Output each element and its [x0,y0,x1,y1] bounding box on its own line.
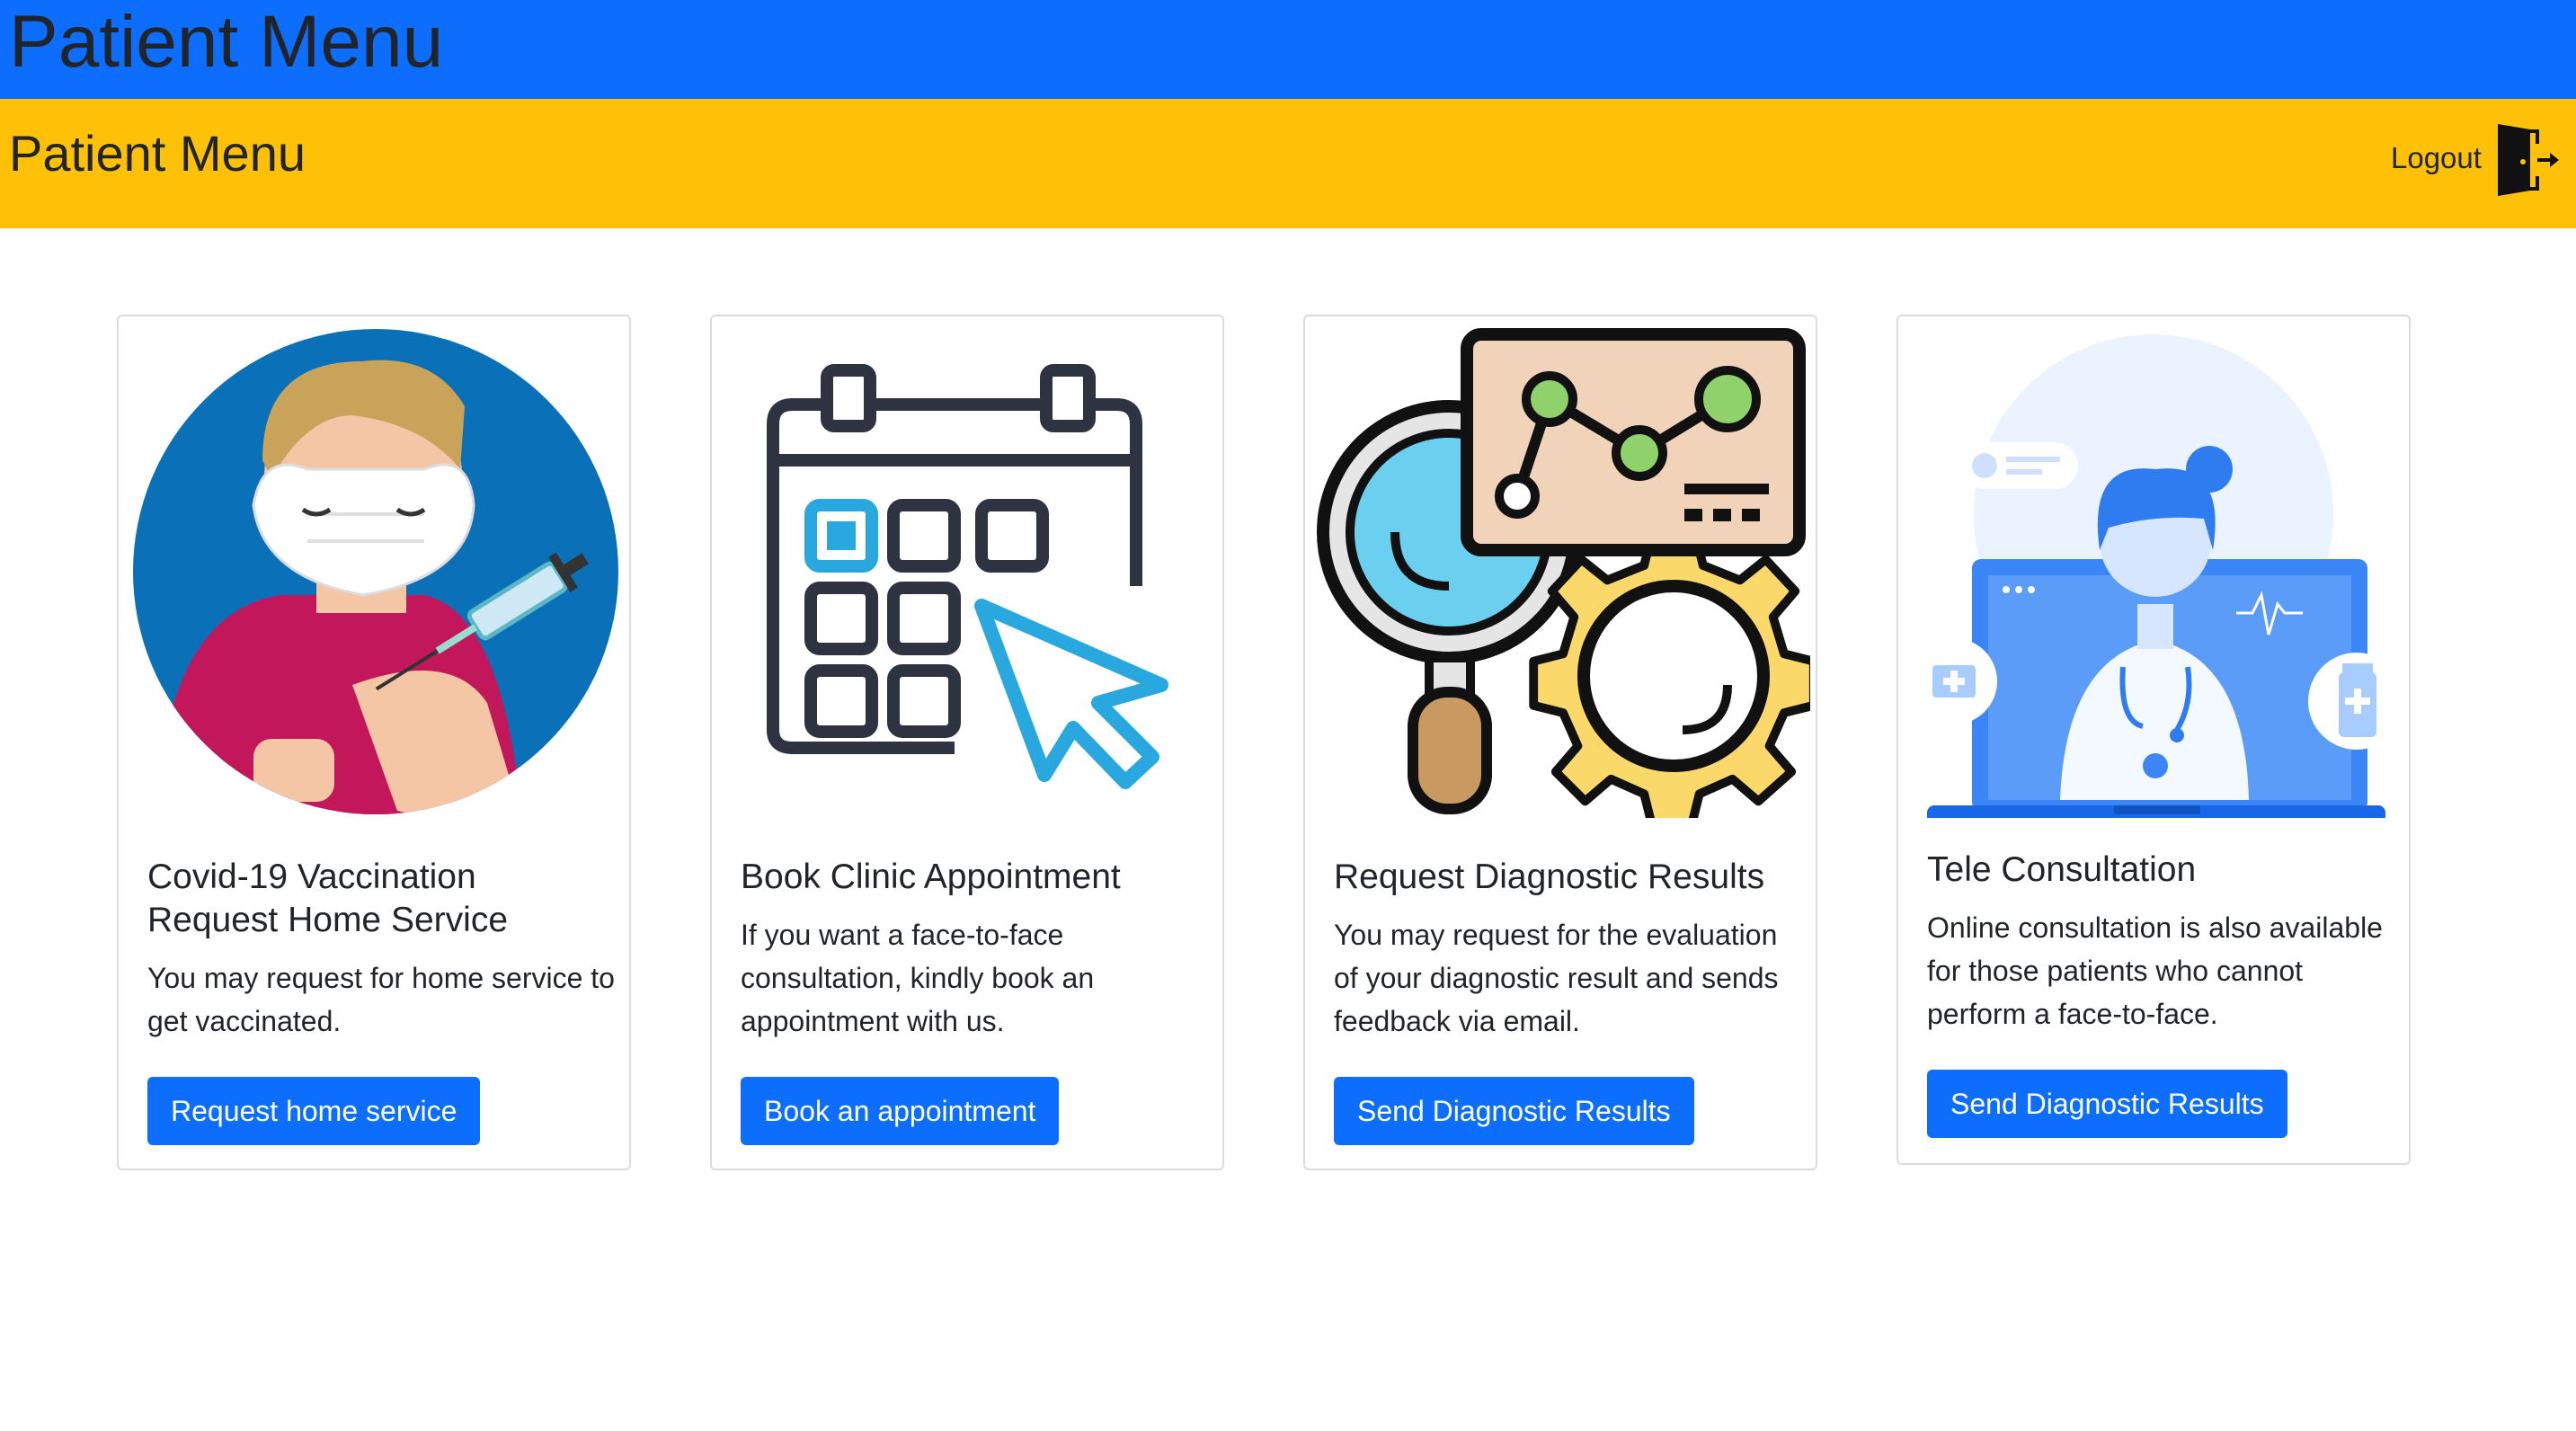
top-navbar: Patient Menu [0,0,2576,99]
page-header-bar: Patient Menu Logout [0,99,2576,228]
doctor-laptop-illustration-icon [1907,325,2405,823]
card-teleconsultation: Tele Consultation Online consultation is… [1896,315,2411,1165]
request-home-service-button[interactable]: Request home service [147,1077,481,1145]
logout-button[interactable]: Logout [2391,113,2561,203]
card-text: You may request for home service to get … [147,962,615,1037]
send-diagnostic-results-button[interactable]: Send Diagnostic Results [1334,1077,1694,1145]
logout-label: Logout [2391,141,2482,174]
page-title: Patient Menu [9,125,306,182]
calendar-cursor-illustration-icon [721,325,1217,818]
card-diagnostic: Request Diagnostic Results You may reque… [1303,315,1818,1170]
card-vaccination: Covid-19 Vaccination Request Home Servic… [117,315,631,1170]
app-title: Patient Menu [9,1,444,83]
card-text: You may request for the evaluation of yo… [1334,919,1779,1037]
card-title: Covid-19 Vaccination Request Home Servic… [147,858,509,939]
vaccination-illustration-icon [128,325,624,818]
send-diagnostic-results-button[interactable]: Send Diagnostic Results [1927,1070,2287,1138]
card-appointment: Book Clinic Appointment If you want a fa… [710,315,1224,1170]
logout-door-icon [2497,124,2559,196]
diagnostic-analytics-illustration-icon [1314,325,1818,828]
card-title: Tele Consultation [1927,850,2197,889]
card-title: Book Clinic Appointment [741,858,1121,896]
card-text: If you want a face-to-face consultation,… [741,919,1095,1037]
book-appointment-button[interactable]: Book an appointment [741,1077,1060,1145]
card-text: Online consultation is also available fo… [1927,911,2383,1030]
card-title: Request Diagnostic Results [1334,858,1765,896]
